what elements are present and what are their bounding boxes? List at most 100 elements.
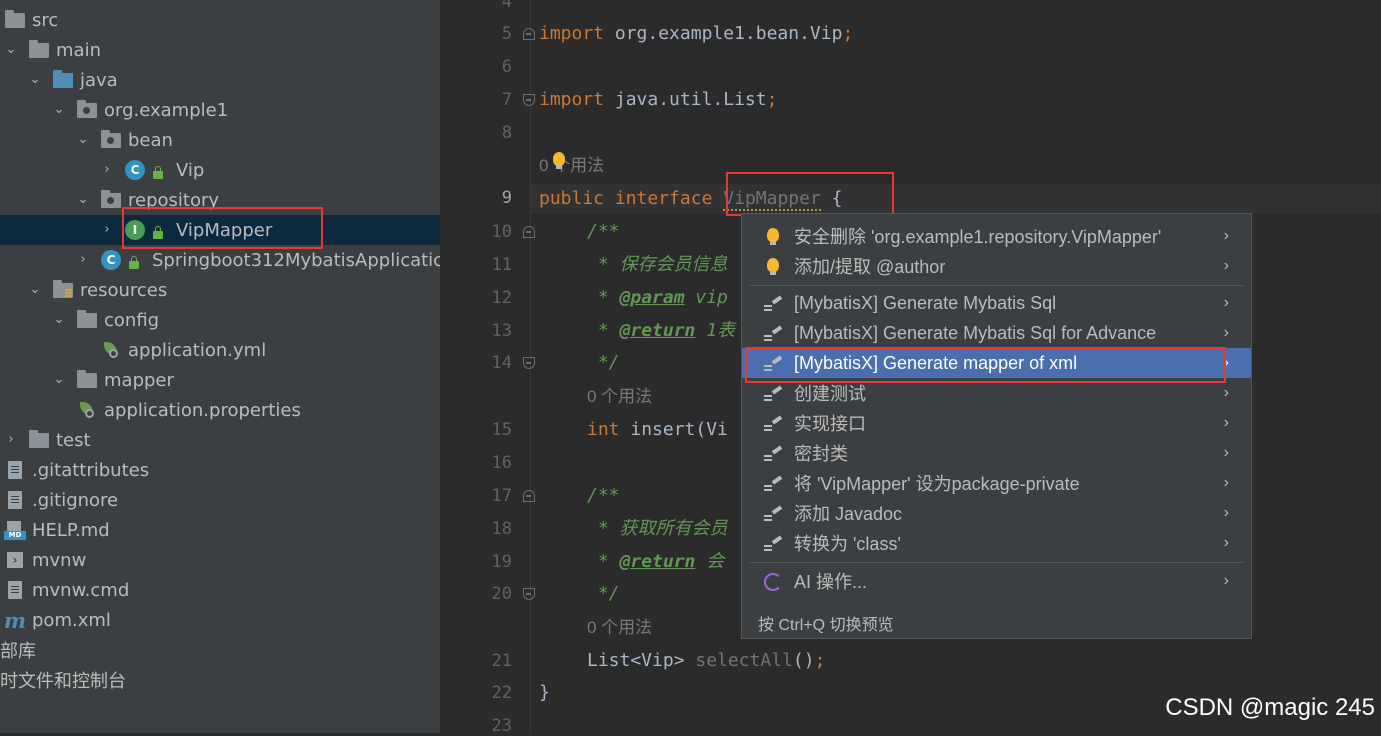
line-number: 12 [491,288,512,308]
line-number: 23 [491,716,512,736]
code-line-14: */ [587,352,620,373]
line-number-active: 9 [501,188,512,208]
menu-item-mybatisx-generate-mapper-xml[interactable]: [MybatisX] Generate mapper of xml › [742,348,1251,378]
menu-item-make-package-private[interactable]: 将 'VipMapper' 设为package-private › [742,468,1251,498]
chevron-right-icon: › [1223,572,1229,589]
source-folder-icon [52,69,74,89]
chevron-down-icon[interactable]: ⌄ [52,103,66,117]
tree-item-scratches-consoles[interactable]: 时文件和控制台 [0,665,440,695]
package-icon [100,189,122,209]
tree-item-java[interactable]: ⌄ java [0,65,440,95]
chevron-down-icon[interactable]: ⌄ [28,283,42,297]
fold-marker-icon[interactable] [523,588,535,600]
intention-pencil-icon [764,355,782,373]
intention-pencil-icon [764,295,782,313]
menu-item-mybatisx-generate-sql[interactable]: [MybatisX] Generate Mybatis Sql › [742,288,1251,318]
popup-footer-hint: 按 Ctrl+Q 切换预览 [758,617,894,634]
menu-item-add-javadoc[interactable]: 添加 Javadoc › [742,498,1251,528]
line-number: 22 [491,683,512,703]
fold-marker-icon[interactable] [523,357,535,369]
menu-item-mybatisx-generate-sql-advance[interactable]: [MybatisX] Generate Mybatis Sql for Adva… [742,318,1251,348]
tree-item-help-md[interactable]: MD HELP.md [0,515,440,545]
folder-icon [28,39,50,59]
tree-item-main[interactable]: ⌄ main [0,35,440,65]
tree-item-mvnw[interactable]: › mvnw [0,545,440,575]
line-number: 11 [491,255,512,275]
code-line-7: import java.util.List; [539,89,778,110]
chevron-right-icon[interactable]: › [76,253,90,267]
menu-item-ai-actions[interactable]: AI 操作... › [742,566,1251,596]
chevron-right-icon: › [1223,474,1229,491]
spring-class-icon: C [100,250,122,270]
intention-pencil-icon [764,445,782,463]
menu-item-convert-to-class[interactable]: 转换为 'class' › [742,528,1251,558]
tree-item-external-libraries[interactable]: 部库 [0,635,440,665]
menu-item-add-author[interactable]: 添加/提取 @author › [742,251,1251,281]
line-number: 5 [501,24,512,44]
code-line-21: List<Vip> selectAll(); [587,650,826,671]
usages-hint[interactable]: 0 个用法 [587,382,652,412]
folder-icon [28,429,50,449]
tree-item-mvnw-cmd[interactable]: mvnw.cmd [0,575,440,605]
tree-item-application-properties[interactable]: application.properties [0,395,440,425]
code-line-18: * 获取所有会员 [587,518,728,539]
chevron-down-icon[interactable]: ⌄ [28,73,42,87]
tree-item-org-example1[interactable]: ⌄ org.example1 [0,95,440,125]
line-number: 8 [501,123,512,143]
line-number: 21 [491,651,512,671]
lock-icon [153,166,163,179]
code-line-19: * @return 会 [587,551,725,572]
line-number: 14 [491,353,512,373]
line-number: 16 [491,453,512,473]
spring-config-icon [76,401,98,419]
chevron-down-icon[interactable]: ⌄ [76,193,90,207]
usages-hint[interactable]: 0 个用法 [539,151,604,181]
menu-item-seal-class[interactable]: 密封类 › [742,438,1251,468]
chevron-down-icon[interactable]: ⌄ [52,373,66,387]
tree-item-resources[interactable]: ⌄ resources [0,275,440,305]
line-number: 7 [501,90,512,110]
folder-icon [4,9,26,29]
tree-item-repository[interactable]: ⌄ repository [0,185,440,215]
class-icon: C [124,160,146,180]
code-line-12: * @param vip [587,287,728,308]
fold-marker-icon[interactable] [523,28,535,40]
bulb-icon [764,258,782,276]
intention-pencil-icon [764,415,782,433]
menu-item-implement-interface[interactable]: 实现接口 › [742,408,1251,438]
menu-item-create-test[interactable]: 创建测试 › [742,378,1251,408]
menu-separator [750,285,1245,286]
tree-item-src[interactable]: src [0,5,440,35]
menu-item-safe-delete[interactable]: 安全删除 'org.example1.repository.VipMapper'… [742,221,1251,251]
maven-icon: m [3,607,27,633]
tree-item-mapper[interactable]: ⌄ mapper [0,365,440,395]
tree-item-vipmapper[interactable]: › I VipMapper [0,215,440,245]
intention-bulb-icon[interactable] [553,152,565,169]
tree-item-application-yml[interactable]: application.yml [0,335,440,365]
chevron-down-icon[interactable]: ⌄ [76,133,90,147]
tree-item-springboot-application[interactable]: › C Springboot312MybatisApplicatic [0,245,440,275]
interface-icon: I [124,220,146,240]
tree-item-gitattributes[interactable]: .gitattributes [0,455,440,485]
tree-item-gitignore[interactable]: .gitignore [0,485,440,515]
tree-item-config[interactable]: ⌄ config [0,305,440,335]
chevron-right-icon: › [1223,324,1229,341]
chevron-right-icon[interactable]: › [4,433,18,447]
tree-item-vip[interactable]: › C Vip [0,155,440,185]
fold-marker-icon[interactable] [523,226,535,238]
intention-pencil-icon [764,535,782,553]
fold-marker-icon[interactable] [523,94,535,106]
tree-item-test[interactable]: › test [0,425,440,455]
code-line-22: } [539,682,550,703]
usages-hint[interactable]: 0 个用法 [587,613,652,643]
chevron-right-icon[interactable]: › [100,223,114,237]
resources-folder-icon [52,279,74,299]
spring-config-icon [100,341,122,359]
chevron-down-icon[interactable]: ⌄ [52,313,66,327]
fold-marker-icon[interactable] [523,490,535,502]
intention-pencil-icon [764,475,782,493]
tree-item-bean[interactable]: ⌄ bean [0,125,440,155]
tree-item-pom-xml[interactable]: m pom.xml [0,605,440,635]
chevron-down-icon[interactable]: ⌄ [4,43,18,57]
chevron-right-icon[interactable]: › [100,163,114,177]
